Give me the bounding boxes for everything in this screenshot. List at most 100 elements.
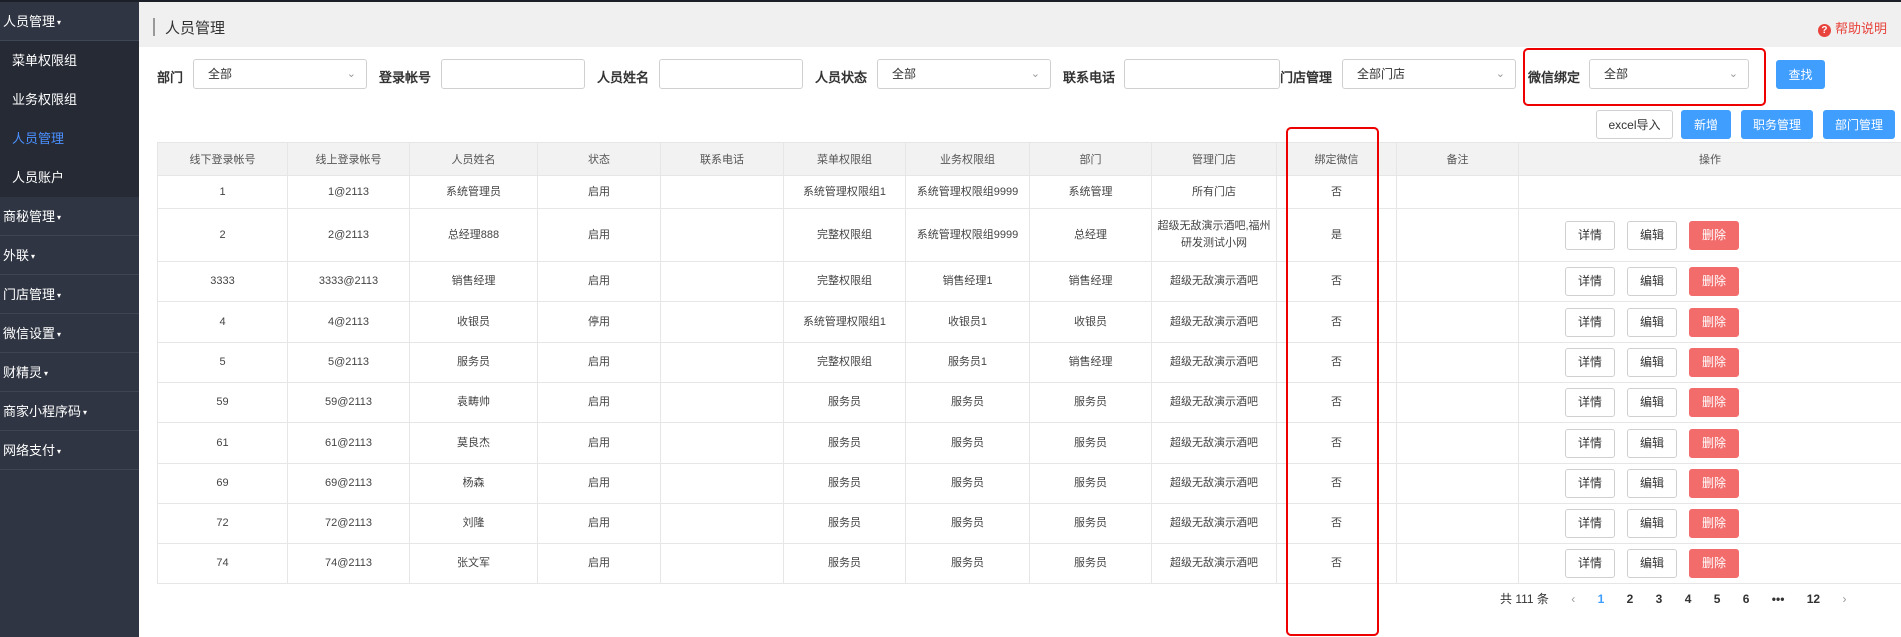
cell-offline-account: 2 [157, 208, 288, 262]
detail-button[interactable]: 详情 [1565, 469, 1615, 498]
cell-wechat-bound: 否 [1276, 422, 1397, 464]
delete-button[interactable]: 删除 [1689, 267, 1739, 296]
page-4[interactable]: 4 [1685, 592, 1692, 606]
detail-button[interactable]: 详情 [1565, 428, 1615, 458]
column-header: 线下登录帐号 [157, 142, 288, 176]
delete-button[interactable]: 删除 [1689, 428, 1739, 458]
filter-store-select[interactable]: 全部门店 ⌄ [1342, 59, 1516, 89]
delete-button[interactable]: 删除 [1689, 348, 1739, 377]
next-page-icon[interactable]: › [1842, 592, 1846, 606]
sidebar-group-store[interactable]: 门店管理 ▾ [0, 275, 139, 314]
edit-button[interactable]: 编辑 [1627, 549, 1677, 578]
sidebar-group-external[interactable]: 外联 ▾ [0, 236, 139, 275]
delete-button[interactable]: 删除 [1689, 469, 1739, 498]
edit-button[interactable]: 编辑 [1627, 428, 1677, 458]
add-button[interactable]: 新增 [1681, 110, 1731, 139]
edit-button[interactable]: 编辑 [1627, 307, 1677, 337]
cell-staff-name: 杨森 [409, 463, 538, 504]
page-2[interactable]: 2 [1627, 592, 1634, 606]
filter-phone-input[interactable] [1124, 59, 1280, 89]
filter-login-input[interactable] [441, 59, 585, 89]
detail-button[interactable]: 详情 [1565, 220, 1615, 250]
detail-button[interactable]: 详情 [1565, 549, 1615, 578]
sidebar-item-staff-account[interactable]: 人员账户 [0, 158, 139, 197]
detail-button[interactable]: 详情 [1565, 267, 1615, 296]
detail-button[interactable]: 详情 [1565, 307, 1615, 337]
cell-department: 服务员 [1029, 382, 1152, 423]
filter-store-label: 门店管理 [1280, 70, 1333, 85]
column-header: 业务权限组 [905, 142, 1030, 176]
page-last[interactable]: 12 [1807, 592, 1820, 606]
cell-department: 总经理 [1029, 208, 1152, 262]
edit-button[interactable]: 编辑 [1627, 220, 1677, 250]
detail-button[interactable]: 详情 [1565, 509, 1615, 538]
sidebar-group-staff[interactable]: 人员管理 ▾ [0, 2, 139, 41]
cell-menu-permission: 系统管理权限组1 [783, 301, 906, 343]
page-5[interactable]: 5 [1714, 592, 1721, 606]
caret-down-icon: ▾ [57, 447, 62, 456]
page-3[interactable]: 3 [1656, 592, 1663, 606]
sidebar-item-staff-management[interactable]: 人员管理 [0, 119, 139, 158]
cell-offline-account: 3333 [157, 261, 288, 302]
delete-button[interactable]: 删除 [1689, 307, 1739, 337]
prev-page-icon[interactable]: ‹ [1571, 592, 1575, 606]
excel-import-button[interactable]: excel导入 [1596, 110, 1673, 139]
caret-down-icon: ▾ [57, 18, 62, 27]
cell-phone [660, 301, 784, 343]
sidebar-group-miniprogram[interactable]: 商家小程序码 ▾ [0, 392, 139, 431]
table-row: 4 4@2113 收银员 停用 系统管理权限组1 收银员1 收银员 超级无敌演示酒吧否详情 编辑… [157, 301, 1901, 343]
cell-menu-permission: 服务员 [783, 422, 906, 464]
filter-wechat-select[interactable]: 全部 ⌄ [1589, 59, 1749, 89]
table-row: 5 5@2113 服务员 启用 完整权限组 服务员1 销售经理 超级无敌演示酒吧否 详情 编辑 删除 [157, 342, 1901, 383]
cell-managed-store: 超级无敌演示酒吧 [1151, 503, 1277, 544]
delete-button[interactable]: 删除 [1689, 549, 1739, 578]
cell-online-account: 2@2113 [287, 208, 410, 262]
cell-managed-store: 超级无敌演示酒吧 [1151, 382, 1277, 423]
cell-managed-store: 超级无敌演示酒吧,福州研发测试小网 [1151, 208, 1277, 262]
cell-wechat-bound: 否 [1276, 342, 1397, 383]
delete-button[interactable]: 删除 [1689, 220, 1739, 250]
edit-button[interactable]: 编辑 [1627, 388, 1677, 417]
edit-button[interactable]: 编辑 [1627, 469, 1677, 498]
cell-menu-permission: 服务员 [783, 382, 906, 423]
page-ellipsis[interactable]: ••• [1772, 592, 1785, 606]
page-title-text: 人员管理 [165, 20, 226, 37]
cell-wechat-bound: 否 [1276, 382, 1397, 423]
edit-button[interactable]: 编辑 [1627, 348, 1677, 377]
table-header-row: 线下登录帐号 线上登录帐号 人员姓名 状态 联系电话 菜单权限组 业务权限组 部… [157, 142, 1901, 176]
delete-button[interactable]: 删除 [1689, 509, 1739, 538]
page-title: 人员管理 [153, 17, 225, 38]
search-button[interactable]: 查找 [1776, 60, 1825, 89]
cell-phone [660, 543, 784, 584]
sidebar: 人员管理 ▾ 菜单权限组 业务权限组 人员管理 人员账户 商秘管理 ▾ 外联 ▾ 门店… [0, 0, 139, 637]
cell-remark [1396, 175, 1519, 209]
help-link[interactable]: ? 帮助说明 [1817, 18, 1887, 37]
cell-status: 启用 [537, 175, 661, 209]
filter-name-input[interactable] [659, 59, 803, 89]
edit-button[interactable]: 编辑 [1627, 509, 1677, 538]
filter-status-select[interactable]: 全部 ⌄ [877, 59, 1051, 89]
cell-status: 启用 [537, 208, 661, 262]
cell-department: 服务员 [1029, 463, 1152, 504]
page-6[interactable]: 6 [1743, 592, 1750, 606]
cell-remark [1396, 301, 1519, 343]
page-1[interactable]: 1 [1598, 592, 1605, 606]
cell-wechat-bound: 是 [1276, 208, 1397, 262]
cell-business-permission: 服务员 [905, 463, 1030, 504]
sidebar-group-wechat[interactable]: 微信设置 ▾ [0, 314, 139, 353]
edit-button[interactable]: 编辑 [1627, 267, 1677, 296]
filter-dept-select[interactable]: 全部 ⌄ [193, 59, 367, 89]
delete-button[interactable]: 删除 [1689, 388, 1739, 417]
cell-staff-name: 总经理888 [409, 208, 538, 262]
caret-down-icon: ▾ [44, 369, 49, 378]
sidebar-group-payment[interactable]: 网络支付 ▾ [0, 431, 139, 470]
detail-button[interactable]: 详情 [1565, 388, 1615, 417]
sidebar-item-menu-permission[interactable]: 菜单权限组 [0, 41, 139, 80]
cell-online-account: 1@2113 [287, 175, 410, 209]
job-manage-button[interactable]: 职务管理 [1741, 110, 1813, 139]
detail-button[interactable]: 详情 [1565, 348, 1615, 377]
sidebar-group-finance[interactable]: 财精灵 ▾ [0, 353, 139, 392]
dept-manage-button[interactable]: 部门管理 [1823, 110, 1895, 139]
sidebar-item-business-permission[interactable]: 业务权限组 [0, 80, 139, 119]
sidebar-group-secretary[interactable]: 商秘管理 ▾ [0, 197, 139, 236]
